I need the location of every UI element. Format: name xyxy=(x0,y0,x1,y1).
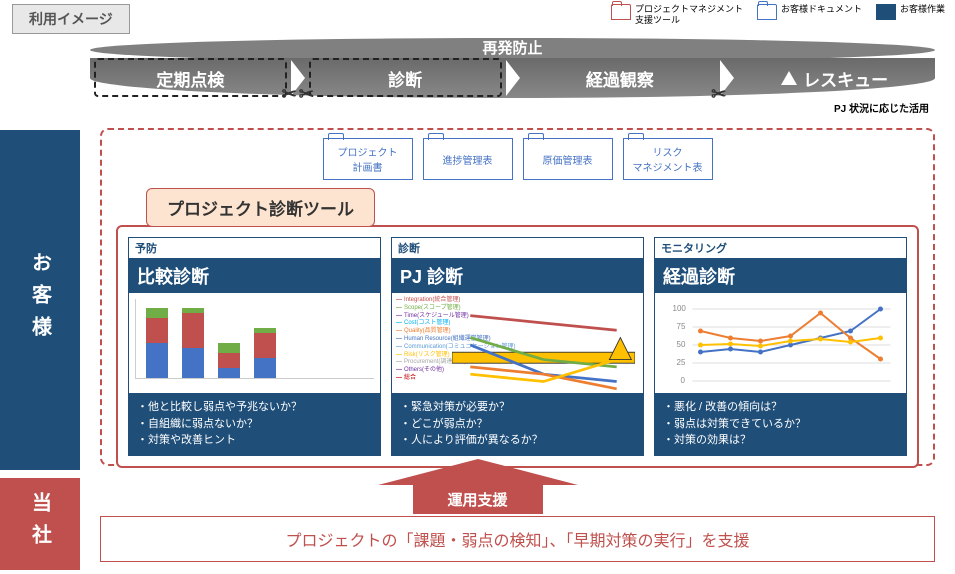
card-title: PJ 診断 xyxy=(392,259,643,293)
legend-label: お客様作業 xyxy=(900,4,945,15)
legend-item: お客様作業 xyxy=(876,4,945,20)
segment-label: 経過観察 xyxy=(586,71,654,90)
ring-segment: 経過観察✂ xyxy=(520,66,721,91)
card-title: 経過診断 xyxy=(655,259,906,293)
card-chart-bars xyxy=(129,293,380,393)
ring-segment-rescue: レスキュー xyxy=(734,66,935,91)
side-label-company: 当社 xyxy=(0,478,80,570)
process-ring: 再発防止 定期点検✂ 診断✂ 経過観察✂ レスキュー PJ 状況に応じた活用 xyxy=(90,38,935,118)
doc-card: 原価管理表 xyxy=(523,138,613,180)
doc-card: 進捗管理表 xyxy=(423,138,513,180)
arrow-label: 運用支援 xyxy=(413,485,543,514)
svg-text:50: 50 xyxy=(677,340,686,349)
card-points: ・他と比較し弱点や予兆ないか？ ・自組織に弱点ないか？ ・対策や改善ヒント xyxy=(129,393,380,455)
svg-text:25: 25 xyxy=(677,358,686,367)
card-chart-pj: Integration(統合管理) Scope(スコープ管理) Time(スケジ… xyxy=(392,293,643,393)
card-tag: モニタリング xyxy=(655,238,906,259)
box-icon xyxy=(876,4,896,20)
card-trend: モニタリング 経過診断 100 75 50 25 0 xyxy=(654,237,907,456)
card-tag: 診断 xyxy=(392,238,643,259)
segment-label: 診断 xyxy=(388,71,422,90)
document-row: プロジェクト 計画書 進捗管理表 原価管理表 リスク マネジメント表 xyxy=(116,138,919,180)
ring-segment: 診断✂ xyxy=(305,66,506,91)
legend-item: お客様ドキュメント xyxy=(757,4,862,20)
legend: プロジェクトマネジメント 支援ツール お客様ドキュメント お客様作業 xyxy=(611,4,945,26)
card-title: 比較診断 xyxy=(129,259,380,293)
legend-item: プロジェクトマネジメント 支援ツール xyxy=(611,4,743,26)
support-arrow: 運用支援 xyxy=(378,459,578,514)
svg-text:75: 75 xyxy=(677,322,686,331)
legend-label: お客様ドキュメント xyxy=(781,4,862,15)
scissors-icon: ✂ xyxy=(299,84,314,105)
card-tag: 予防 xyxy=(129,238,380,259)
folder-icon xyxy=(757,4,777,20)
scissors-icon: ✂ xyxy=(711,84,726,105)
support-statement: プロジェクトの「課題・弱点の検知」、「早期対策の実行」を支援 xyxy=(100,516,935,562)
legend-label: プロジェクトマネジメント 支援ツール xyxy=(635,4,743,26)
card-compare: 予防 比較診断 ・他と比較し弱点や予兆ないか？ ・自組織に弱点ないか？ ・対策や… xyxy=(128,237,381,456)
card-pj: 診断 PJ 診断 Integration(統合管理) Scope(スコープ管理)… xyxy=(391,237,644,456)
side-label-customer: お客様 xyxy=(0,130,80,470)
scissors-icon: ✂ xyxy=(282,84,297,105)
chevron-icon xyxy=(506,60,520,96)
trend-svg: 100 75 50 25 0 xyxy=(661,299,900,387)
svg-text:0: 0 xyxy=(681,376,686,385)
doc-card: プロジェクト 計画書 xyxy=(323,138,413,180)
header-badge: 利用イメージ xyxy=(12,4,130,34)
card-points: ・悪化 / 改善の傾向は？ ・弱点は対策できているか？ ・対策の効果は？ xyxy=(655,393,906,455)
warning-icon xyxy=(781,71,797,85)
segment-label: レスキュー xyxy=(803,66,888,91)
card-chart-trend: 100 75 50 25 0 xyxy=(655,293,906,393)
segment-label: 定期点検 xyxy=(156,71,224,90)
svg-text:100: 100 xyxy=(673,304,687,313)
tool-title: プロジェクト診断ツール xyxy=(146,188,375,227)
arrow-head-icon xyxy=(378,459,578,485)
ring-note: PJ 状況に応じた活用 xyxy=(834,100,929,115)
folder-icon xyxy=(611,4,631,20)
pj-lines-svg xyxy=(452,301,635,447)
diagnosis-tool-frame: 予防 比較診断 ・他と比較し弱点や予兆ないか？ ・自組織に弱点ないか？ ・対策や… xyxy=(116,225,919,468)
ring-band: 定期点検✂ 診断✂ 経過観察✂ レスキュー xyxy=(90,58,935,98)
customer-area: プロジェクト 計画書 進捗管理表 原価管理表 リスク マネジメント表 プロジェク… xyxy=(100,128,935,466)
doc-card: リスク マネジメント表 xyxy=(623,138,713,180)
ring-segment: 定期点検✂ xyxy=(90,66,291,91)
